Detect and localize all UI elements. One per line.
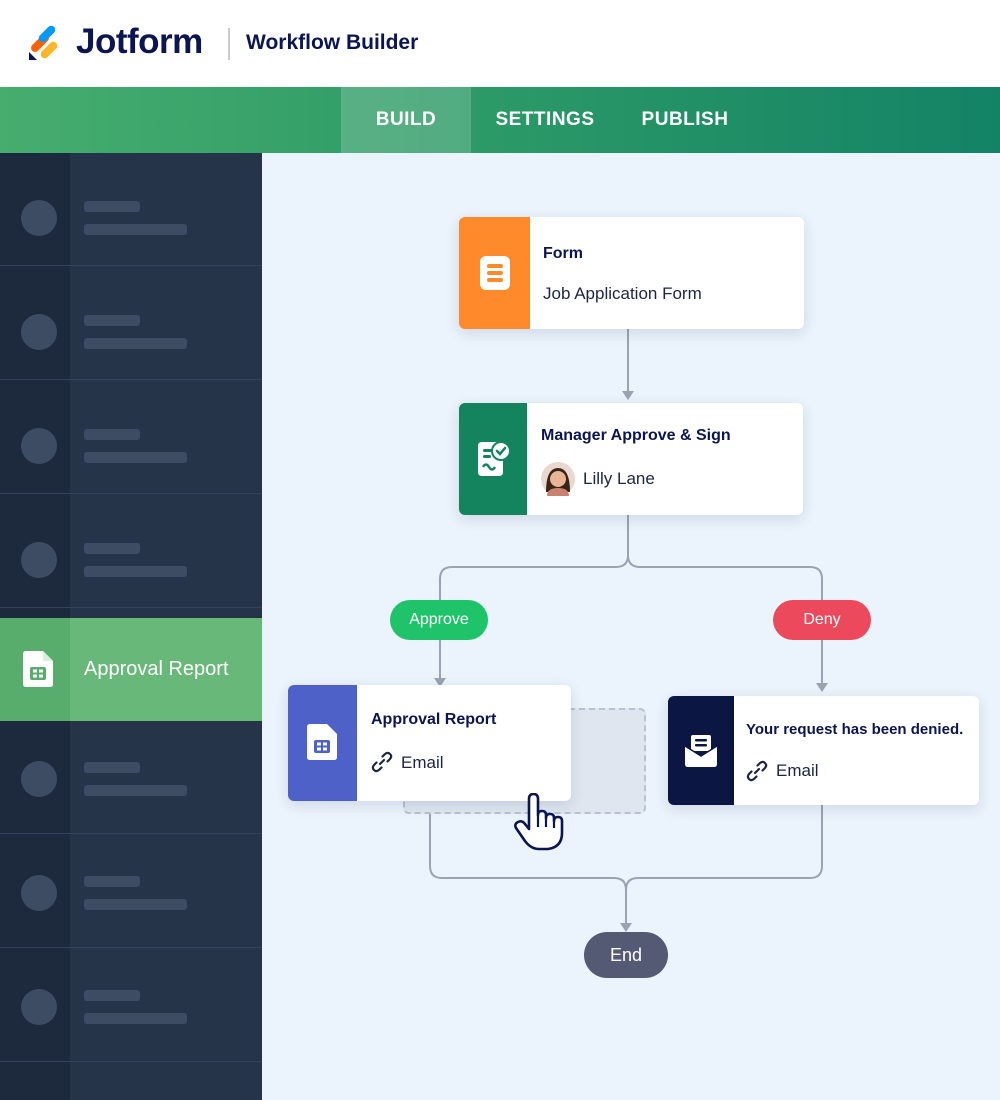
sidebar-item-icon <box>21 200 57 236</box>
sidebar-item-icon <box>21 875 57 911</box>
approval-report-strip <box>288 685 357 801</box>
sidebar-item-placeholder <box>84 566 187 577</box>
tab-publish[interactable]: PUBLISH <box>625 87 745 153</box>
sidebar-item-placeholder <box>84 201 140 212</box>
sidebar-item-icon <box>21 542 57 578</box>
sidebar-item-approval-report[interactable]: Approval Report <box>0 618 262 721</box>
sidebar-item[interactable] <box>0 721 262 834</box>
approval-node-strip <box>459 403 527 515</box>
report-sheet-icon <box>23 651 53 687</box>
sidebar-item-icon <box>21 989 57 1025</box>
workflow-canvas[interactable]: Form Job Application Form Manager Approv… <box>262 153 1000 1100</box>
approval-report-node[interactable]: Approval Report Email <box>288 685 571 801</box>
sidebar-item-placeholder <box>84 1013 187 1024</box>
sidebar-item-placeholder <box>84 899 187 910</box>
sidebar-item-placeholder <box>84 452 187 463</box>
sidebar-item-placeholder <box>84 315 140 326</box>
form-node-strip <box>459 217 530 329</box>
sidebar-item-placeholder <box>84 990 140 1001</box>
approval-node-title: Manager Approve & Sign <box>541 427 731 444</box>
sidebar-item-placeholder <box>84 785 187 796</box>
denied-email-node[interactable]: Your request has been denied. Email <box>668 696 979 805</box>
app-header: Jotform Workflow Builder <box>0 0 1000 87</box>
checklist-sign-icon <box>478 441 511 476</box>
report-sheet-icon <box>307 724 337 760</box>
main-tabs: BUILD SETTINGS PUBLISH <box>0 87 1000 153</box>
jotform-logo-icon[interactable] <box>27 26 63 62</box>
approval-assignee-name: Lilly Lane <box>583 469 655 488</box>
sidebar-item-placeholder <box>84 762 140 773</box>
end-node[interactable]: End <box>584 932 668 978</box>
brand-name: Jotform <box>76 22 203 61</box>
form-node-title: Form <box>543 245 583 262</box>
approval-report-title: Approval Report <box>371 711 497 728</box>
app-title: Workflow Builder <box>246 31 419 54</box>
sidebar-item-icon <box>21 314 57 350</box>
deny-branch-pill[interactable]: Deny <box>773 600 871 640</box>
denied-node-strip <box>668 696 734 805</box>
sidebar-item[interactable] <box>0 949 262 1062</box>
envelope-icon <box>684 735 718 767</box>
form-node[interactable]: Form Job Application Form <box>459 217 804 329</box>
avatar <box>541 462 575 496</box>
sidebar-item-placeholder <box>84 876 140 887</box>
approval-node[interactable]: Manager Approve & Sign Lilly Lane <box>459 403 803 515</box>
sidebar-item[interactable] <box>0 495 262 608</box>
sidebar-item[interactable] <box>0 835 262 948</box>
sidebar-item-placeholder <box>84 543 140 554</box>
form-node-subtitle: Job Application Form <box>543 284 702 303</box>
link-icon <box>746 760 768 782</box>
form-document-icon <box>480 256 510 290</box>
link-icon <box>371 751 393 773</box>
sidebar-item[interactable] <box>0 153 262 266</box>
sidebar-item[interactable] <box>0 381 262 494</box>
sidebar: Approval Report <box>0 153 262 1100</box>
sidebar-item-placeholder <box>84 429 140 440</box>
sidebar-item-label: Approval Report <box>84 658 229 680</box>
approval-report-action: Email <box>401 753 444 772</box>
approve-branch-pill[interactable]: Approve <box>390 600 488 640</box>
tab-settings[interactable]: SETTINGS <box>481 87 609 153</box>
denied-node-action: Email <box>776 761 819 780</box>
sidebar-item-placeholder <box>84 224 187 235</box>
denied-node-title: Your request has been denied. <box>746 721 964 738</box>
header-divider <box>228 28 230 60</box>
tab-build[interactable]: BUILD <box>341 87 471 153</box>
sidebar-item-placeholder <box>84 338 187 349</box>
sidebar-item[interactable] <box>0 267 262 380</box>
sidebar-item-icon <box>21 761 57 797</box>
hand-pointer-icon <box>514 793 564 851</box>
sidebar-item-icon <box>21 428 57 464</box>
